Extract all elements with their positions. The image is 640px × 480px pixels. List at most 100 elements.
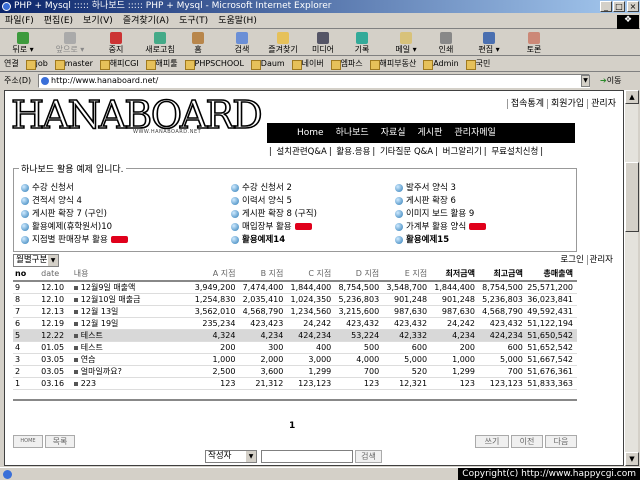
example-item[interactable]: 활용예제14 — [231, 235, 285, 246]
menu-tools[interactable]: 도구(T) — [174, 14, 213, 29]
example-item[interactable]: 활용예제15 — [395, 235, 449, 246]
link-job[interactable]: job — [25, 57, 51, 71]
link-daum[interactable]: Daum — [250, 57, 288, 71]
link-phpschool[interactable]: PHPSCHOOL — [184, 57, 247, 71]
table-row[interactable]: 5 12.22 테스트 4,324 4,234 424,234 53,224 42,332 4,… — [13, 329, 577, 342]
row-title-link[interactable]: 223 — [71, 377, 186, 390]
home-button[interactable]: 홈 — [188, 31, 208, 55]
nav-board[interactable]: 게시판 — [412, 123, 449, 143]
example-item[interactable]: 게시판 확장 8 (구직) — [231, 209, 317, 220]
back-button[interactable]: 뒤로 ▾ — [6, 31, 40, 55]
nav-home[interactable]: Home — [267, 123, 330, 143]
link-naver[interactable]: 네이버 — [291, 57, 327, 71]
scroll-down-icon[interactable]: ▼ — [625, 452, 639, 466]
subnav-free-install[interactable]: 무료설치신청 — [489, 147, 540, 157]
forward-button[interactable]: 앞으로 ▾ — [50, 31, 90, 55]
page-number[interactable]: 1 — [289, 421, 295, 431]
row-title-link[interactable]: 12월9일 매출액 — [71, 281, 186, 294]
subnav-bug-report[interactable]: 버그알리기 — [441, 147, 484, 157]
search-input[interactable] — [261, 450, 353, 463]
edit-button[interactable]: 편집 ▾ — [472, 31, 506, 55]
row-title-link[interactable]: 12월 13일 — [71, 305, 186, 318]
scroll-up-icon[interactable]: ▲ — [625, 90, 639, 104]
scroll-thumb[interactable] — [625, 162, 639, 232]
login-link[interactable]: 로그인 — [560, 255, 583, 265]
link-empas[interactable]: 엠파스 — [330, 57, 366, 71]
media-button[interactable]: 미디어 — [308, 31, 338, 55]
example-item[interactable]: 견적서 양식 4 — [21, 196, 82, 207]
nav-archive[interactable]: 자료실 — [375, 123, 412, 143]
top-link-admin[interactable]: 관리자 — [587, 99, 619, 109]
print-button[interactable]: 인쇄 — [434, 31, 458, 55]
row-title-link[interactable]: 12월10일 매출금 — [71, 293, 186, 306]
table-row[interactable]: 6 12.19 12월 19일 235,234 423,423 24,242 423,432… — [13, 317, 577, 330]
list-button[interactable]: 목록 — [45, 435, 75, 448]
search-button[interactable]: 검색 — [230, 31, 254, 55]
link-happycgi[interactable]: 해피CGI — [99, 57, 142, 71]
address-dropdown-icon[interactable]: ▼ — [581, 75, 590, 87]
row-title-link[interactable]: 연습 — [71, 353, 186, 366]
table-row[interactable]: 4 01.05 테스트 200 300 400 500 600 200 600 51,652,542 — [13, 341, 577, 354]
row-title-link[interactable]: 테스트 — [71, 329, 186, 342]
table-row[interactable]: 2 03.05 얼마일까요? 2,500 3,600 1,299 700 520 1,299 70… — [13, 365, 577, 378]
table-row[interactable]: 8 12.10 12월10일 매출금 1,254,830 2,035,410 1,024,… — [13, 293, 577, 306]
favorites-button[interactable]: 즐겨찾기 — [262, 31, 304, 55]
example-item[interactable]: 이력서 양식 5 — [231, 196, 292, 207]
minimize-button[interactable]: _ — [600, 1, 612, 12]
table-row[interactable]: 3 03.05 연습 1,000 2,000 3,000 4,000 5,000 1,000 5,… — [13, 353, 577, 366]
search-submit-button[interactable]: 검색 — [355, 450, 382, 463]
write-button[interactable]: 쓰기 — [475, 435, 509, 448]
menu-file[interactable]: 파일(F) — [0, 14, 39, 29]
example-item[interactable]: 수강 신청서 — [21, 183, 74, 194]
month-select[interactable]: 월별구분 — [13, 254, 59, 267]
link-happy-realestate[interactable]: 해피부동산 — [369, 57, 420, 71]
history-button[interactable]: 기록 — [350, 31, 374, 55]
stop-button[interactable]: 중지 — [104, 31, 128, 55]
vertical-scrollbar[interactable]: ▲ ▼ — [624, 90, 639, 466]
address-input[interactable]: http://www.hanaboard.net/ — [38, 74, 590, 88]
search-field-select[interactable]: 작성자 — [205, 450, 257, 463]
link-happytool[interactable]: 해피툴 — [145, 57, 181, 71]
menu-help[interactable]: 도움말(H) — [213, 14, 262, 29]
example-item[interactable]: 게시판 확장 6 — [395, 196, 456, 207]
maximize-button[interactable]: □ — [613, 1, 625, 12]
table-cell: 123,123 — [478, 377, 527, 390]
window-title-bar[interactable]: PHP + Mysql ::::: 하나보드 ::::: PHP + Mysql… — [0, 0, 640, 13]
link-master[interactable]: master — [54, 57, 96, 71]
example-item[interactable]: 이미지 보드 활용 9 — [395, 209, 474, 220]
table-row[interactable]: 9 12.10 12월9일 매출액 3,949,200 7,474,400 1,844,4… — [13, 281, 577, 294]
subnav-install-qa[interactable]: 설치관련Q&A — [274, 147, 328, 157]
example-item[interactable]: 지점별 판매장부 활용 — [21, 235, 128, 246]
nav-admin-mail[interactable]: 관리자메일 — [448, 123, 501, 143]
example-item[interactable]: 가계부 활용 양식 — [395, 222, 487, 233]
link-kookmin[interactable]: 국민 — [465, 57, 494, 71]
example-item[interactable]: 수강 신청서 2 — [231, 183, 292, 194]
menu-edit[interactable]: 편집(E) — [39, 14, 78, 29]
link-admin[interactable]: Admin — [422, 57, 462, 71]
row-title-link[interactable]: 테스트 — [71, 341, 186, 354]
refresh-button[interactable]: 새로고침 — [140, 31, 180, 55]
example-item[interactable]: 게시판 확장 7 (구인) — [21, 209, 107, 220]
top-link-stats[interactable]: 접속통계 — [506, 99, 548, 109]
admin-link[interactable]: 관리자 — [586, 255, 613, 265]
example-item[interactable]: 발주서 양식 3 — [395, 183, 456, 194]
nav-hanaboard[interactable]: 하나보드 — [330, 123, 375, 143]
example-item[interactable]: 매입장부 활용 — [231, 222, 312, 233]
next-button[interactable]: 다음 — [545, 435, 577, 448]
mail-button[interactable]: 메일 ▾ — [392, 31, 420, 55]
close-button[interactable]: × — [627, 1, 639, 12]
table-row[interactable]: 7 12.13 12월 13일 3,562,010 4,568,790 1,234,560… — [13, 305, 577, 318]
menu-view[interactable]: 보기(V) — [78, 14, 118, 29]
prev-button[interactable]: 이전 — [511, 435, 543, 448]
table-row[interactable]: 1 03.16 223 123 21,312 123,123 123 12,321 123 123… — [13, 377, 577, 390]
home-nav-button[interactable]: HOME — [13, 435, 43, 448]
top-link-join[interactable]: 회원가입 — [547, 99, 588, 109]
row-title-link[interactable]: 얼마일까요? — [71, 365, 186, 378]
menu-favorites[interactable]: 즐겨찾기(A) — [118, 14, 174, 29]
discuss-button[interactable]: 토론 — [522, 31, 546, 55]
subnav-usage[interactable]: 활용.응용 — [334, 147, 372, 157]
row-title-link[interactable]: 12월 19일 — [71, 317, 186, 330]
example-item[interactable]: 활용예제(휴학원서)10 — [21, 222, 112, 233]
subnav-etc-qa[interactable]: 기타질문 Q&A — [378, 147, 435, 157]
go-button[interactable]: ➔이동 — [600, 75, 621, 86]
